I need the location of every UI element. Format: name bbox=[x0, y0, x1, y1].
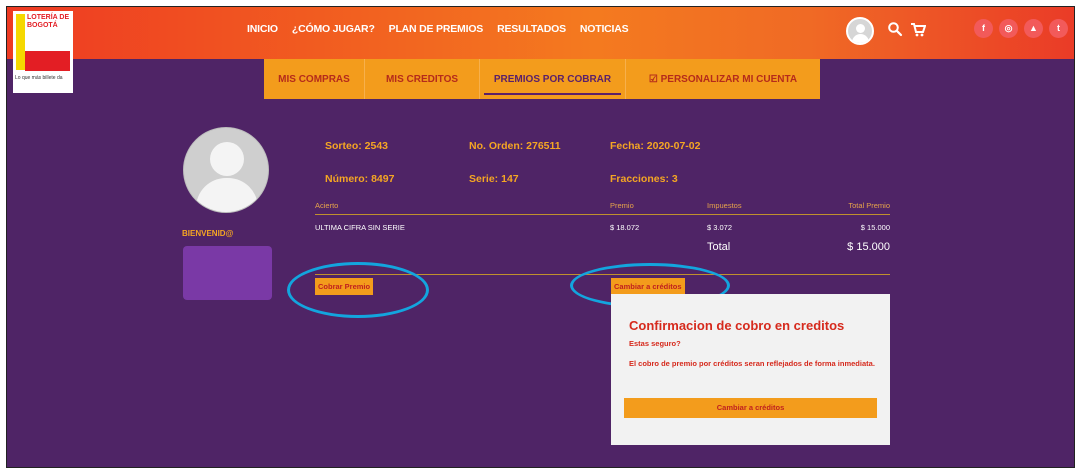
nav-plan-de-premios[interactable]: PLAN DE PREMIOS bbox=[389, 23, 484, 35]
table-cell-premio: $ 18.072 bbox=[610, 223, 640, 232]
nav-noticias[interactable]: NOTICIAS bbox=[580, 23, 629, 35]
nav-inicio[interactable]: INICIO bbox=[247, 23, 278, 35]
logo-flag-red bbox=[25, 51, 70, 71]
account-tabs: MIS COMPRAS MIS CREDITOS PREMIOS POR COB… bbox=[264, 59, 820, 99]
youtube-icon[interactable]: ▲ bbox=[1024, 19, 1043, 38]
table-header-acierto: Acierto bbox=[315, 201, 339, 210]
loteria-logo[interactable]: LOTERÍA DE BOGOTÁ Lo que más billete da bbox=[13, 11, 73, 93]
sorteo-label: Sorteo: 2543 bbox=[325, 140, 389, 152]
table-header-rule bbox=[315, 214, 890, 215]
nav-resultados[interactable]: RESULTADOS bbox=[497, 23, 566, 35]
top-header: INICIO ¿CÓMO JUGAR? PLAN DE PREMIOS RESU… bbox=[7, 7, 1074, 59]
avatar-body bbox=[852, 34, 869, 43]
dialog-confirm-button[interactable]: Cambiar a créditos bbox=[624, 398, 877, 418]
page: INICIO ¿CÓMO JUGAR? PLAN DE PREMIOS RESU… bbox=[6, 6, 1075, 468]
twitter-icon[interactable]: t bbox=[1049, 19, 1068, 38]
tab-mis-creditos[interactable]: MIS CREDITOS bbox=[365, 59, 479, 99]
logo-flag-yellow bbox=[16, 14, 25, 70]
facebook-icon[interactable]: f bbox=[974, 19, 993, 38]
nav-como-jugar[interactable]: ¿CÓMO JUGAR? bbox=[292, 23, 375, 35]
profile-avatar bbox=[183, 127, 269, 213]
instagram-icon[interactable]: ◎ bbox=[999, 19, 1018, 38]
total-value: $ 15.000 bbox=[847, 241, 890, 253]
logo-slogan: Lo que más billete da bbox=[15, 75, 63, 81]
dialog-title: Confirmacion de cobro en creditos bbox=[629, 318, 845, 333]
profile-avatar-body bbox=[196, 178, 258, 212]
orden-label: No. Orden: 276511 bbox=[469, 140, 561, 152]
cart-icon[interactable] bbox=[910, 21, 926, 37]
user-name-box bbox=[183, 246, 272, 300]
dialog-message: El cobro de premio por créditos seran re… bbox=[629, 359, 875, 368]
main-nav: INICIO ¿CÓMO JUGAR? PLAN DE PREMIOS RESU… bbox=[247, 7, 629, 51]
numero-label: Número: 8497 bbox=[325, 173, 395, 185]
table-cell-total-premio: $ 15.000 bbox=[860, 223, 890, 232]
tab-premios-por-cobrar[interactable]: PREMIOS POR COBRAR bbox=[480, 59, 625, 99]
screenshot-frame: INICIO ¿CÓMO JUGAR? PLAN DE PREMIOS RESU… bbox=[0, 0, 1081, 474]
total-label: Total bbox=[707, 241, 731, 253]
fracciones-label: Fracciones: 3 bbox=[610, 173, 678, 185]
table-header-premio: Premio bbox=[610, 201, 634, 210]
tab-personalizar-cuenta[interactable]: ☑ PERSONALIZAR MI CUENTA bbox=[626, 59, 820, 99]
avatar-head bbox=[856, 24, 865, 33]
serie-label: Serie: 147 bbox=[469, 173, 519, 185]
logo-text: LOTERÍA DE BOGOTÁ bbox=[27, 14, 70, 29]
fecha-label: Fecha: 2020-07-02 bbox=[610, 140, 701, 152]
tab-mis-compras[interactable]: MIS COMPRAS bbox=[264, 59, 364, 99]
table-header-impuestos: Impuestos bbox=[707, 201, 742, 210]
profile-avatar-head bbox=[210, 142, 244, 176]
dialog-question: Estas seguro? bbox=[629, 339, 681, 348]
table-cell-acierto: ULTIMA CIFRA SIN SERIE bbox=[315, 223, 405, 232]
table-header-total-premio: Total Premio bbox=[848, 201, 890, 210]
confirm-credits-dialog: Confirmacion de cobro en creditos Estas … bbox=[611, 294, 890, 445]
table-cell-impuestos: $ 3.072 bbox=[707, 223, 733, 232]
search-icon[interactable] bbox=[887, 21, 903, 37]
welcome-label: BIENVENID@ bbox=[182, 229, 234, 238]
user-avatar-icon[interactable] bbox=[846, 17, 874, 45]
highlight-circle-cobrar bbox=[287, 262, 429, 318]
